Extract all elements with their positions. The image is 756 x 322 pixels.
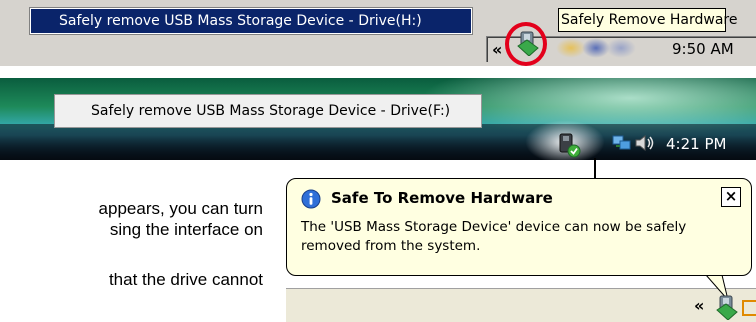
system-tray xyxy=(286,288,756,322)
balloon-title: Safe To Remove Hardware xyxy=(331,189,553,207)
info-icon xyxy=(301,189,321,209)
balloon-message: The 'USB Mass Storage Device' device can… xyxy=(301,219,687,235)
body-text-line: that the drive cannot xyxy=(108,270,263,289)
show-hidden-icons-chevron[interactable]: « xyxy=(694,296,704,315)
usb-drive-icon[interactable] xyxy=(556,132,582,158)
body-text-line: sing the interface on xyxy=(109,220,263,239)
volume-icon[interactable] xyxy=(634,134,656,152)
body-text-line: appears, you can turn xyxy=(98,199,263,218)
usb-drive-icon[interactable] xyxy=(714,294,740,320)
tray-clock[interactable]: 9:50 AM xyxy=(672,40,734,58)
tray-clock[interactable]: 4:21 PM xyxy=(666,135,726,153)
balloon-message: removed from the system. xyxy=(301,238,481,254)
safely-remove-menu-item-h[interactable]: Safely remove USB Mass Storage Device - … xyxy=(29,7,473,35)
safely-remove-tooltip: Safely Remove Hardware xyxy=(558,8,738,32)
divider xyxy=(594,158,596,180)
highlight-circle xyxy=(505,22,547,66)
show-hidden-icons-chevron[interactable]: « xyxy=(492,40,502,59)
partial-tray-icon xyxy=(742,300,756,316)
network-icon[interactable] xyxy=(612,134,632,152)
safely-remove-menu-item-f[interactable]: Safely remove USB Mass Storage Device - … xyxy=(54,94,482,128)
blurred-tray-icon xyxy=(606,38,636,58)
safe-to-remove-balloon[interactable]: Safe To Remove Hardware × The 'USB Mass … xyxy=(286,178,752,276)
close-button[interactable]: × xyxy=(721,187,741,207)
